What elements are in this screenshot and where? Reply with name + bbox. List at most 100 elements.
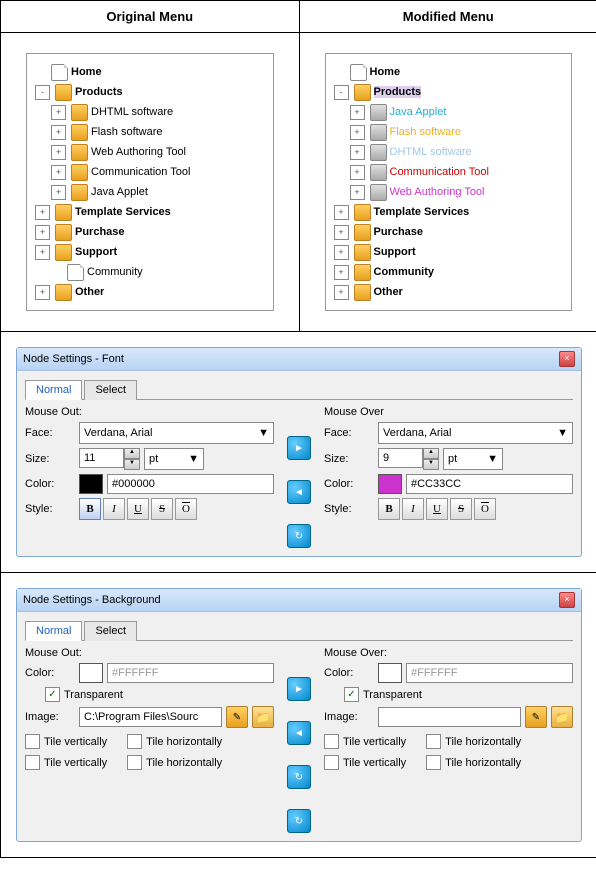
tree-item[interactable]: +Flash software [35, 122, 265, 142]
expand-icon[interactable]: + [350, 125, 365, 140]
tree-item[interactable]: +Other [35, 282, 265, 302]
expand-icon[interactable]: + [35, 225, 50, 240]
tab-select[interactable]: Select [84, 380, 137, 400]
tree-item[interactable]: +Purchase [35, 222, 265, 242]
tree-item[interactable]: Community [35, 262, 265, 282]
tree-item[interactable]: +Template Services [35, 202, 265, 222]
overline-button[interactable]: O [474, 498, 496, 520]
close-icon[interactable]: × [559, 351, 575, 367]
tab-normal[interactable]: Normal [25, 621, 82, 641]
expand-icon[interactable]: + [350, 145, 365, 160]
expand-icon[interactable]: + [35, 245, 50, 260]
expand-icon[interactable]: + [350, 185, 365, 200]
tree-item[interactable]: +Java Applet [35, 182, 265, 202]
copy-left-icon[interactable]: ◄ [287, 480, 311, 504]
transparent-checkbox[interactable] [344, 687, 359, 702]
tileh-checkbox[interactable] [127, 755, 142, 770]
italic-button[interactable]: I [103, 498, 125, 520]
underline-button[interactable]: U [426, 498, 448, 520]
expand-icon[interactable]: + [334, 225, 349, 240]
tree-item[interactable]: -Products [334, 82, 564, 102]
strike-button[interactable]: S [151, 498, 173, 520]
copy-left-icon[interactable]: ◄ [287, 721, 311, 745]
tree-label: DHTML software [91, 106, 173, 118]
folder-icon [370, 184, 387, 201]
tree-item[interactable]: +Communication Tool [334, 162, 564, 182]
tileh-checkbox[interactable] [426, 755, 441, 770]
browse-icon[interactable]: 📁 [252, 706, 274, 728]
transparent-checkbox[interactable] [45, 687, 60, 702]
face-select[interactable]: Verdana, Arial▼ [79, 422, 274, 444]
tree-item[interactable]: +Other [334, 282, 564, 302]
color-input[interactable]: #FFFFFF [406, 663, 573, 683]
color-input[interactable]: #000000 [107, 474, 274, 494]
expand-icon[interactable]: + [51, 105, 66, 120]
edit-image-icon[interactable]: ✎ [525, 706, 547, 728]
bold-button[interactable]: B [79, 498, 101, 520]
tab-select[interactable]: Select [84, 621, 137, 641]
size-spinner[interactable]: 11▲▼ [79, 448, 140, 470]
color-input[interactable]: #CC33CC [406, 474, 573, 494]
color-swatch[interactable] [378, 663, 402, 683]
expand-icon[interactable]: + [334, 245, 349, 260]
tree-item[interactable]: -Products [35, 82, 265, 102]
tree-item[interactable]: +Web Authoring Tool [334, 182, 564, 202]
expand-icon[interactable]: + [334, 265, 349, 280]
sync-icon[interactable]: ↻ [287, 524, 311, 548]
tree-item[interactable]: +Communication Tool [35, 162, 265, 182]
expand-icon[interactable]: - [334, 85, 349, 100]
expand-icon[interactable]: + [51, 185, 66, 200]
expand-icon[interactable]: + [51, 165, 66, 180]
tab-normal[interactable]: Normal [25, 380, 82, 400]
tree-item[interactable]: Home [334, 62, 564, 82]
tree-item[interactable]: +DHTML software [334, 142, 564, 162]
tree-item[interactable]: +Community [334, 262, 564, 282]
tileh-checkbox[interactable] [127, 734, 142, 749]
image-path-input[interactable]: C:\Program Files\Sourc [79, 707, 222, 727]
edit-image-icon[interactable]: ✎ [226, 706, 248, 728]
expand-icon[interactable]: + [334, 285, 349, 300]
italic-button[interactable]: I [402, 498, 424, 520]
tilev-checkbox[interactable] [25, 755, 40, 770]
sync-icon[interactable]: ↻ [287, 809, 311, 833]
tree-item[interactable]: +Support [35, 242, 265, 262]
browse-icon[interactable]: 📁 [551, 706, 573, 728]
tileh-checkbox[interactable] [426, 734, 441, 749]
tree-item[interactable]: +Java Applet [334, 102, 564, 122]
tree-item[interactable]: +Web Authoring Tool [35, 142, 265, 162]
face-select[interactable]: Verdana, Arial▼ [378, 422, 573, 444]
copy-right-icon[interactable]: ► [287, 677, 311, 701]
tilev-checkbox[interactable] [25, 734, 40, 749]
expand-icon[interactable]: + [51, 125, 66, 140]
expand-icon[interactable]: + [35, 205, 50, 220]
size-spinner[interactable]: 9▲▼ [378, 448, 439, 470]
tilev-checkbox[interactable] [324, 755, 339, 770]
unit-select[interactable]: pt▼ [144, 448, 204, 470]
expand-icon[interactable]: - [35, 85, 50, 100]
copy-right-icon[interactable]: ► [287, 436, 311, 460]
tree-item[interactable]: +Template Services [334, 202, 564, 222]
expand-icon[interactable]: + [334, 205, 349, 220]
color-input[interactable]: #FFFFFF [107, 663, 274, 683]
color-swatch[interactable] [378, 474, 402, 494]
tree-item[interactable]: +Purchase [334, 222, 564, 242]
bold-button[interactable]: B [378, 498, 400, 520]
sync-icon[interactable]: ↻ [287, 765, 311, 789]
tree-item[interactable]: + DHTML software [35, 102, 265, 122]
close-icon[interactable]: × [559, 592, 575, 608]
expand-icon[interactable]: + [350, 165, 365, 180]
tilev-checkbox[interactable] [324, 734, 339, 749]
expand-icon[interactable]: + [350, 105, 365, 120]
color-swatch[interactable] [79, 663, 103, 683]
unit-select[interactable]: pt▼ [443, 448, 503, 470]
color-swatch[interactable] [79, 474, 103, 494]
overline-button[interactable]: O [175, 498, 197, 520]
tree-item[interactable]: Home [35, 62, 265, 82]
tree-item[interactable]: +Flash software [334, 122, 564, 142]
strike-button[interactable]: S [450, 498, 472, 520]
image-path-input[interactable] [378, 707, 521, 727]
expand-icon[interactable]: + [51, 145, 66, 160]
tree-item[interactable]: +Support [334, 242, 564, 262]
expand-icon[interactable]: + [35, 285, 50, 300]
underline-button[interactable]: U [127, 498, 149, 520]
